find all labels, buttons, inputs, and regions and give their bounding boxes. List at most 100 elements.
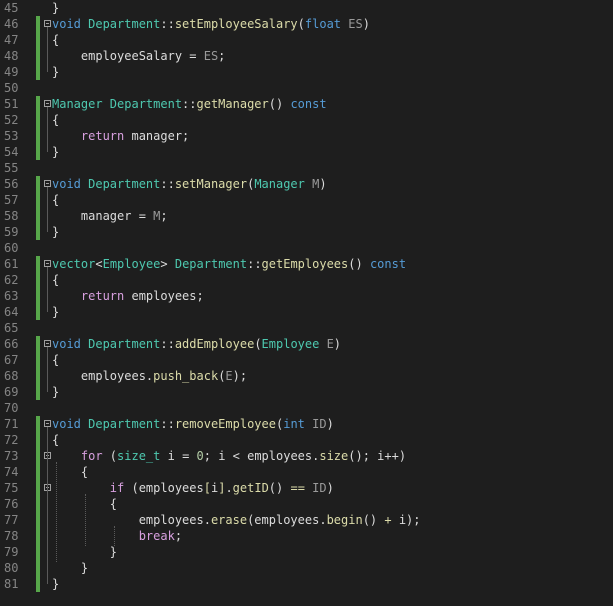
code-token: ); <box>232 369 248 383</box>
scope-line <box>47 27 48 72</box>
code-line[interactable]: 70 <box>0 400 613 416</box>
fold-toggle-icon[interactable] <box>44 100 51 107</box>
indent-guide <box>85 494 86 546</box>
code-token: ; <box>174 529 183 543</box>
code-line[interactable]: 72 { <box>0 432 613 448</box>
code-token: if <box>52 481 125 495</box>
code-line[interactable]: 67 { <box>0 352 613 368</box>
code-line[interactable]: 45} <box>0 0 613 16</box>
code-token: } <box>52 225 60 239</box>
fold-toggle-icon[interactable] <box>44 20 51 27</box>
change-indicator <box>36 256 40 320</box>
code-line[interactable]: 80 } <box>0 560 613 576</box>
line-number: 61 <box>4 257 19 271</box>
code-line[interactable]: 81} <box>0 576 613 592</box>
scope-line <box>47 427 48 584</box>
code-token: setEmployeeSalary <box>174 17 298 31</box>
code-token: } <box>52 385 60 399</box>
code-token: :: <box>160 337 175 351</box>
code-token: ) <box>333 337 342 351</box>
code-token: } <box>52 145 60 159</box>
code-token: removeEmployee <box>174 417 276 431</box>
code-line[interactable]: 48 employeeSalary = ES; <box>0 48 613 64</box>
code-token: Department <box>88 337 161 351</box>
code-line[interactable]: 57 { <box>0 192 613 208</box>
code-line[interactable]: 64} <box>0 304 613 320</box>
code-token: { <box>52 113 60 127</box>
code-line[interactable]: 52 { <box>0 112 613 128</box>
code-line[interactable]: 56 void Department::setManager(Manager M) <box>0 176 613 192</box>
code-token: :: <box>160 177 175 191</box>
code-line[interactable]: 73 for (size_t i = 0; i < employees.size… <box>0 448 613 464</box>
code-line[interactable]: 54} <box>0 144 613 160</box>
code-line[interactable]: 62 { <box>0 272 613 288</box>
code-line[interactable]: 75 if (employees[i].getID() == ID) <box>0 480 613 496</box>
code-token: size <box>319 449 349 463</box>
code-line[interactable]: 76 { <box>0 496 613 512</box>
code-text: if (employees[i].getID() == ID) <box>52 480 334 496</box>
fold-toggle-icon[interactable] <box>44 260 51 267</box>
code-token: ES <box>203 49 219 63</box>
code-line[interactable]: 47 { <box>0 32 613 48</box>
code-line[interactable]: 68 employees.push_back(E); <box>0 368 613 384</box>
code-token: == <box>290 481 305 495</box>
line-number: 71 <box>4 417 19 431</box>
code-line[interactable]: 50 <box>0 80 613 96</box>
code-token: { <box>52 353 60 367</box>
code-token: begin <box>326 513 363 527</box>
code-token: for <box>52 449 103 463</box>
code-text: void Department::removeEmployee(int ID) <box>52 416 334 432</box>
code-line[interactable]: 79 } <box>0 544 613 560</box>
code-text: { <box>52 32 59 48</box>
code-text: { <box>52 432 59 448</box>
code-token: size_t <box>117 449 161 463</box>
code-line[interactable]: 77 employees.erase(employees.begin() + i… <box>0 512 613 528</box>
code-token: erase <box>210 513 248 527</box>
code-token: const <box>369 257 407 271</box>
code-token: ) <box>326 481 334 495</box>
line-number: 76 <box>4 497 19 511</box>
code-line[interactable]: 61 vector<Employee> Department::getEmploy… <box>0 256 613 272</box>
code-line[interactable]: 65 <box>0 320 613 336</box>
code-line[interactable]: 71 void Department::removeEmployee(int ID… <box>0 416 613 432</box>
code-line[interactable]: 53 return manager; <box>0 128 613 144</box>
code-line[interactable]: 51 Manager Department::getManager() const <box>0 96 613 112</box>
line-number: 48 <box>4 49 19 63</box>
code-line[interactable]: 60 <box>0 240 613 256</box>
code-token: getEmployees <box>261 257 349 271</box>
code-token: employeeSalary = <box>52 49 204 63</box>
code-line[interactable]: 66 void Department::addEmployee(Employee … <box>0 336 613 352</box>
code-line[interactable]: 78 break; <box>0 528 613 544</box>
code-line[interactable]: 46 void Department::setEmployeeSalary(flo… <box>0 16 613 32</box>
fold-toggle-icon[interactable] <box>44 420 51 427</box>
code-token: :: <box>160 417 175 431</box>
fold-toggle-icon[interactable] <box>44 180 51 187</box>
scope-line <box>47 187 48 232</box>
line-number: 73 <box>4 449 19 463</box>
code-token: 0 <box>196 449 204 463</box>
code-line[interactable]: 58 manager = M; <box>0 208 613 224</box>
line-number: 53 <box>4 129 19 143</box>
code-line[interactable]: 74 { <box>0 464 613 480</box>
code-line[interactable]: 59} <box>0 224 613 240</box>
code-editor[interactable]: 45} 46 void Department::setEmployeeSalary(… <box>0 0 613 606</box>
code-token: { <box>52 273 60 287</box>
code-line[interactable]: 63 return employees; <box>0 288 613 304</box>
code-text: return employees; <box>52 288 204 304</box>
code-token: void <box>52 337 89 351</box>
code-token: :: <box>247 257 262 271</box>
code-line[interactable]: 69} <box>0 384 613 400</box>
code-token: () <box>268 97 291 111</box>
code-text: { <box>52 464 88 480</box>
code-line[interactable]: 49} <box>0 64 613 80</box>
code-token: ; i < employees. <box>203 449 320 463</box>
code-token: Department <box>88 17 161 31</box>
code-text: } <box>52 144 59 160</box>
code-token: return <box>52 129 125 143</box>
line-number: 68 <box>4 369 19 383</box>
fold-toggle-icon[interactable] <box>44 340 51 347</box>
code-token: :: <box>160 17 175 31</box>
code-token: ( <box>297 17 305 31</box>
code-line[interactable]: 55 <box>0 160 613 176</box>
line-number: 55 <box>4 161 19 175</box>
